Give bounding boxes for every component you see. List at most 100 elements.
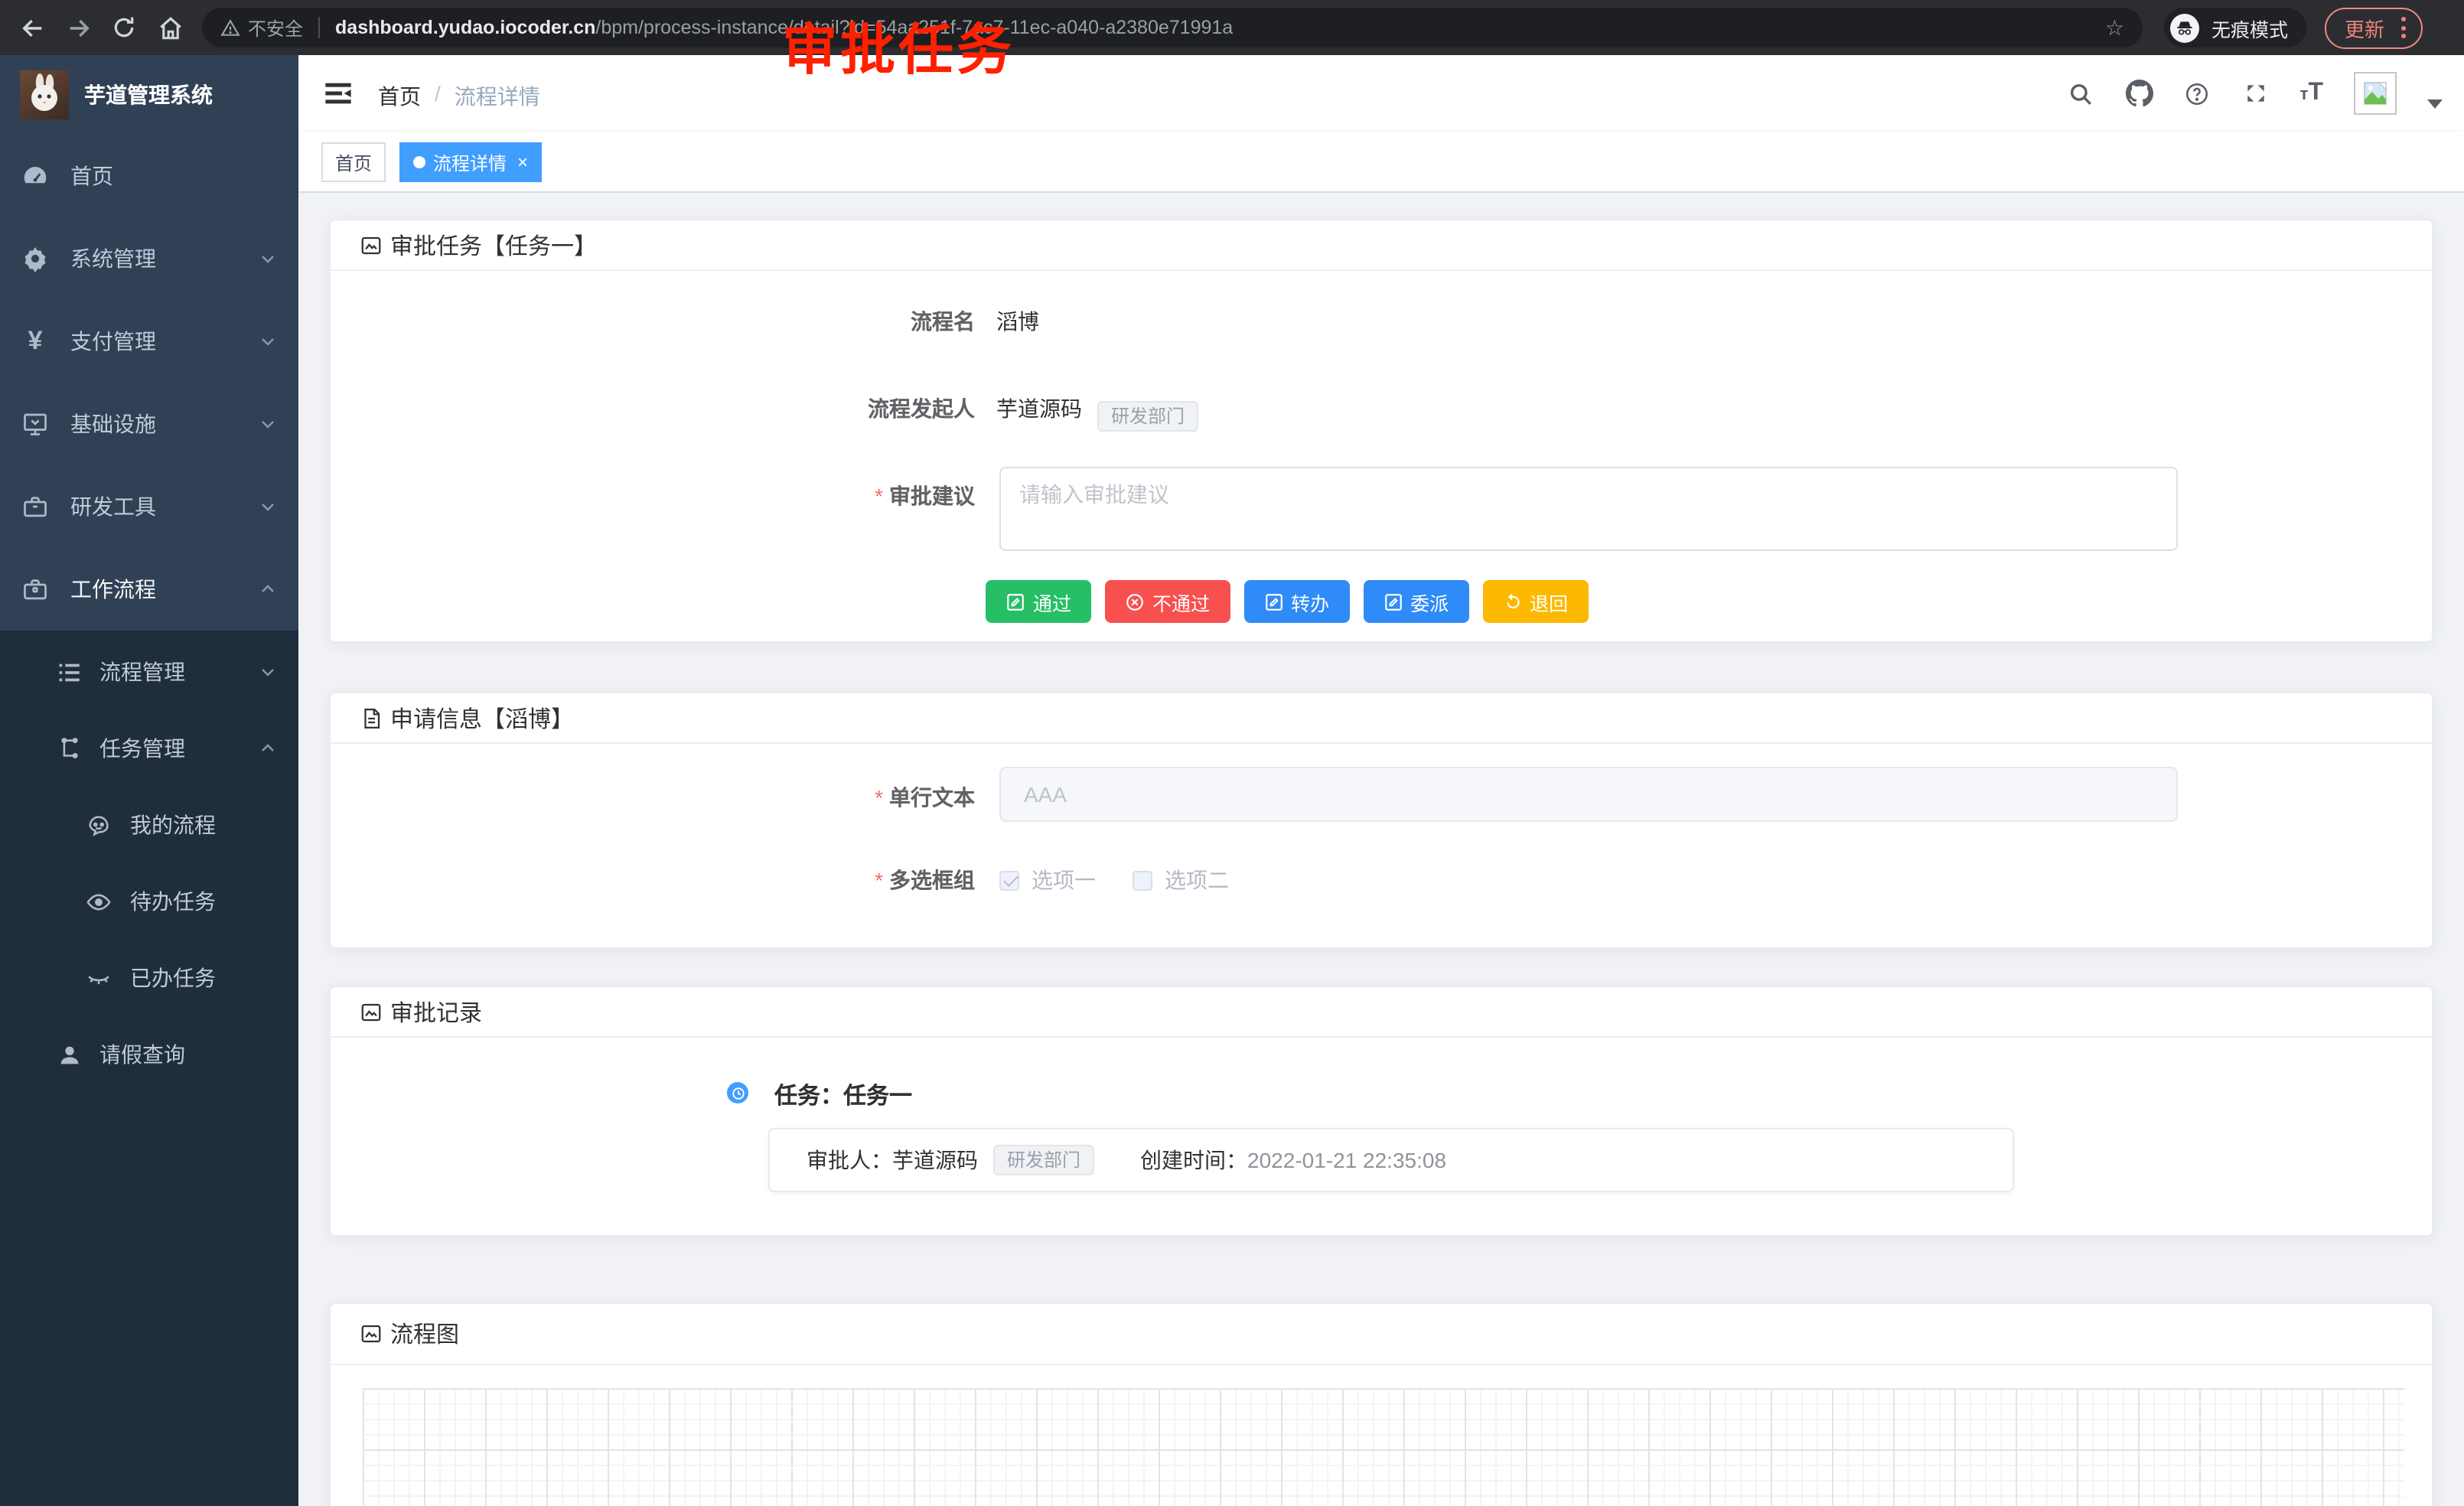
card-title: 审批任务【任务一】 [390, 229, 597, 261]
sidebar-item-task-mgmt[interactable]: 任务管理 [0, 710, 298, 787]
address-bar[interactable]: 不安全 dashboard.yudao.iocoder.cn/bpm/proce… [202, 8, 2143, 47]
avatar[interactable] [2354, 72, 2397, 115]
tag-process-detail[interactable]: 流程详情 × [399, 142, 542, 182]
chevron-up-icon [259, 580, 277, 598]
app-header: 首页 / 流程详情 тT [298, 55, 2464, 132]
briefcase-icon [21, 575, 49, 603]
approver-value: 芋道源码 [892, 1145, 978, 1175]
sidebar-collapse-icon[interactable] [323, 78, 354, 109]
browser-home-button[interactable] [147, 8, 193, 47]
security-label: 不安全 [248, 15, 303, 41]
screen: 不安全 dashboard.yudao.iocoder.cn/bpm/proce… [0, 0, 2464, 1506]
return-button[interactable]: 退回 [1482, 580, 1588, 623]
sidebar-item-workflow[interactable]: 工作流程 [0, 548, 298, 631]
breadcrumb: 首页 / 流程详情 [378, 81, 540, 112]
browser-reload-button[interactable] [101, 8, 147, 47]
annotation-overlay: 审批任务 [782, 6, 1015, 86]
process-name-value: 滔博 [996, 306, 1039, 337]
monitor-icon [21, 410, 49, 438]
tag-label: 首页 [335, 149, 372, 175]
dashboard-icon [21, 162, 49, 190]
chevron-down-icon [259, 415, 277, 433]
single-line-input[interactable] [999, 767, 2178, 822]
search-icon[interactable] [2068, 80, 2095, 107]
initiator-name: 芋道源码 [996, 396, 1082, 421]
advice-textarea[interactable] [999, 467, 2178, 551]
edit-icon [1383, 592, 1403, 611]
sidebar-item-todo-tasks[interactable]: 待办任务 [0, 863, 298, 940]
broken-image-icon [2363, 81, 2387, 106]
security-warning[interactable]: 不安全 [220, 15, 303, 41]
checkbox-checked-icon [999, 870, 1019, 890]
sidebar-item-done-tasks[interactable]: 已办任务 [0, 940, 298, 1016]
url-host: dashboard.yudao.iocoder.cn [335, 17, 595, 38]
application-info-card: 申请信息【滔博】 *单行文本 *多选框组 选项一 选项二 [329, 692, 2433, 949]
transfer-button[interactable]: 转办 [1243, 580, 1349, 623]
approval-records-card: 审批记录 任务：任务一 审批人： 芋道源码 研发部门 创建时间： 2022-01… [329, 986, 2433, 1237]
browser-toolbar: 不安全 dashboard.yudao.iocoder.cn/bpm/proce… [0, 0, 2464, 55]
advice-label: *审批建议 [331, 481, 975, 511]
face-icon [86, 812, 112, 838]
sidebar-item-process-mgmt[interactable]: 流程管理 [0, 634, 298, 710]
dept-tag: 研发部门 [993, 1145, 1094, 1175]
github-icon[interactable] [2126, 80, 2153, 107]
sidebar: 芋道管理系统 首页 系统管理 ¥ 支付管理 基础设施 研发工具 工作 [0, 55, 298, 1506]
browser-update-menu[interactable]: 更新 [2325, 7, 2423, 48]
app-logo-rabbit [20, 70, 69, 119]
sidebar-item-home[interactable]: 首页 [0, 135, 298, 217]
checkbox-option-2[interactable]: 选项二 [1133, 865, 1229, 895]
approval-task-card: 审批任务【任务一】 流程名 滔博 流程发起人 芋道源码研发部门 *审批建议 通过… [329, 219, 2433, 643]
delegate-button[interactable]: 委派 [1363, 580, 1468, 623]
reject-button[interactable]: 不通过 [1105, 580, 1230, 623]
sidebar-item-my-process[interactable]: 我的流程 [0, 787, 298, 863]
incognito-badge: 无痕模式 [2164, 8, 2306, 47]
breadcrumb-separator: / [435, 81, 441, 112]
browser-back-button[interactable] [9, 8, 55, 47]
chevron-down-icon [259, 332, 277, 350]
sidebar-item-label: 请假查询 [99, 1039, 185, 1070]
active-dot-icon [413, 156, 425, 168]
card-title: 审批记录 [390, 996, 482, 1028]
sidebar-item-infrastructure[interactable]: 基础设施 [0, 383, 298, 465]
sidebar-item-leave-query[interactable]: 请假查询 [0, 1016, 298, 1093]
sidebar-submenu: 流程管理 任务管理 我的流程 待办任务 已办任务 请假 [0, 631, 298, 1506]
approve-button[interactable]: 通过 [986, 580, 1091, 623]
sidebar-item-devtools[interactable]: 研发工具 [0, 465, 298, 548]
help-icon[interactable] [2184, 80, 2211, 107]
sidebar-item-label: 任务管理 [99, 733, 185, 764]
sidebar-item-payment[interactable]: ¥ 支付管理 [0, 300, 298, 383]
kebab-menu-icon[interactable] [2398, 14, 2409, 41]
refresh-icon [1502, 592, 1522, 611]
tag-label: 流程详情 [433, 149, 507, 175]
breadcrumb-home[interactable]: 首页 [378, 81, 421, 112]
timeline-clock-icon [727, 1082, 748, 1103]
user-icon [57, 1041, 83, 1068]
tag-home[interactable]: 首页 [321, 142, 386, 182]
chevron-down-icon [259, 249, 277, 268]
picture-icon [360, 1000, 383, 1023]
font-size-icon[interactable]: тT [2300, 80, 2323, 107]
toolbox-icon [21, 493, 49, 520]
circle-close-icon [1125, 592, 1145, 611]
card-header: 审批任务【任务一】 [331, 220, 2432, 271]
chevron-down-icon [259, 497, 277, 516]
process-name-label: 流程名 [331, 306, 975, 337]
chevron-up-icon [259, 739, 277, 758]
app-logo-row[interactable]: 芋道管理系统 [0, 55, 298, 135]
incognito-label: 无痕模式 [2211, 13, 2288, 42]
process-diagram-card: 流程图 [329, 1302, 2433, 1506]
eye-open-icon [86, 888, 112, 914]
sidebar-item-system[interactable]: 系统管理 [0, 217, 298, 300]
browser-forward-button[interactable] [55, 8, 101, 47]
fullscreen-icon[interactable] [2242, 80, 2270, 107]
picture-icon [360, 233, 383, 256]
bookmark-star-icon[interactable]: ☆ [2105, 15, 2124, 41]
checkbox-group-label: *多选框组 [331, 865, 975, 895]
avatar-caret-icon[interactable] [2427, 99, 2443, 109]
tag-close-icon[interactable]: × [517, 152, 528, 173]
text-field-label: *单行文本 [331, 782, 975, 813]
checkbox-option-1[interactable]: 选项一 [999, 865, 1096, 895]
bpmn-diagram-canvas[interactable] [363, 1388, 2404, 1506]
card-header: 申请信息【滔博】 [331, 693, 2432, 744]
document-icon [360, 706, 383, 729]
